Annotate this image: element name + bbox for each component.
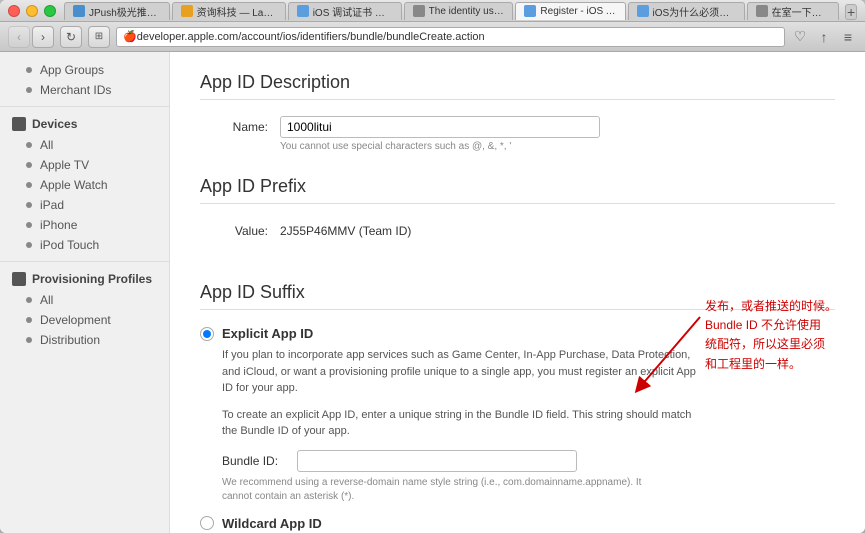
tab-3[interactable]: The identity used to sig-... bbox=[404, 2, 514, 20]
tab-icon-1 bbox=[181, 5, 193, 17]
bundle-id-input[interactable] bbox=[297, 450, 577, 472]
tabs-bar: JPush极光推送|高卓推... 资询科技 — Lanou3G.Co... iO… bbox=[64, 2, 857, 20]
browser-window: JPush极光推送|高卓推... 资询科技 — Lanou3G.Co... iO… bbox=[0, 0, 865, 533]
bullet-icon bbox=[26, 242, 32, 248]
navbar: ‹ › ↻ ⊞ 🍎 developer.apple.com/account/io… bbox=[0, 22, 865, 52]
devices-icon bbox=[12, 117, 26, 131]
tab-icon-0 bbox=[73, 5, 85, 17]
tab-2[interactable]: iOS 调试证书 可以注册几... bbox=[288, 2, 402, 20]
wildcard-label: Wildcard App ID bbox=[222, 516, 322, 531]
prefix-row: Value: 2J55P46MMV (Team ID) bbox=[200, 220, 835, 238]
sidebar-item-ipod-touch[interactable]: iPod Touch bbox=[0, 235, 169, 255]
close-button[interactable] bbox=[8, 5, 20, 17]
sidebar-section-provisioning: Provisioning Profiles bbox=[0, 268, 169, 290]
explicit-app-id-label: Explicit App ID bbox=[222, 326, 313, 341]
forward-button[interactable]: › bbox=[32, 26, 54, 48]
divider bbox=[0, 261, 169, 262]
bullet-icon bbox=[26, 317, 32, 323]
tab-6[interactable]: 在室一下，影视知道 bbox=[747, 2, 840, 20]
prefix-value-label: Value: bbox=[200, 220, 280, 238]
bundle-id-row: Bundle ID: bbox=[222, 450, 835, 472]
tab-1[interactable]: 资询科技 — Lanou3G.Co... bbox=[172, 2, 286, 20]
maximize-button[interactable] bbox=[44, 5, 56, 17]
explicit-desc-1: If you plan to incorporate app services … bbox=[222, 347, 702, 397]
wildcard-radio-button[interactable] bbox=[200, 516, 214, 530]
reader-icon[interactable]: ≡ bbox=[839, 28, 857, 46]
divider bbox=[0, 106, 169, 107]
url-apple-icon: 🍎 bbox=[123, 30, 137, 43]
sidebar-item-all-profiles[interactable]: All bbox=[0, 290, 169, 310]
bullet-icon bbox=[26, 297, 32, 303]
app-id-suffix-title: App ID Suffix bbox=[200, 282, 835, 310]
share-icon[interactable]: ↑ bbox=[815, 28, 833, 46]
sidebar-item-merchant-ids[interactable]: Merchant IDs bbox=[0, 80, 169, 100]
titlebar: JPush极光推送|高卓推... 资询科技 — Lanou3G.Co... iO… bbox=[0, 0, 865, 22]
sidebar-item-apple-tv[interactable]: Apple TV bbox=[0, 155, 169, 175]
sidebar: App Groups Merchant IDs Devices All Appl… bbox=[0, 52, 170, 533]
url-bar[interactable]: 🍎 developer.apple.com/account/ios/identi… bbox=[116, 27, 785, 47]
url-text: developer.apple.com/account/ios/identifi… bbox=[137, 31, 485, 43]
home-button[interactable]: ⊞ bbox=[88, 26, 110, 48]
bookmark-icon[interactable]: ♡ bbox=[791, 28, 809, 46]
main-content: App ID Description Name: You cannot use … bbox=[170, 52, 865, 533]
bullet-icon bbox=[26, 162, 32, 168]
sidebar-item-apple-watch[interactable]: Apple Watch bbox=[0, 175, 169, 195]
tab-icon-5 bbox=[637, 5, 649, 17]
back-button[interactable]: ‹ bbox=[8, 26, 30, 48]
provisioning-icon bbox=[12, 272, 26, 286]
bullet-icon bbox=[26, 182, 32, 188]
wildcard-section: Wildcard App ID This allows you to use a… bbox=[200, 516, 835, 533]
spacer bbox=[200, 160, 835, 176]
content-wrapper: App ID Description Name: You cannot use … bbox=[170, 52, 865, 533]
app-id-suffix-section: App ID Suffix Explicit App ID If you pla… bbox=[200, 282, 835, 533]
tab-icon-3 bbox=[413, 5, 425, 17]
new-tab-button[interactable]: + bbox=[845, 4, 857, 20]
bullet-icon bbox=[26, 222, 32, 228]
tab-5[interactable]: iOS为什么必须先创建一个... bbox=[628, 2, 745, 20]
name-input[interactable] bbox=[280, 116, 600, 138]
name-hint: You cannot use special characters such a… bbox=[280, 141, 835, 152]
nav-back-forward: ‹ › bbox=[8, 26, 54, 48]
tab-icon-2 bbox=[297, 5, 309, 17]
explicit-desc-2: To create an explicit App ID, enter a un… bbox=[222, 407, 702, 440]
name-label: Name: bbox=[200, 116, 280, 134]
tab-4[interactable]: Register - iOS App IDs -... bbox=[515, 2, 625, 20]
bundle-id-hint: We recommend using a reverse-domain name… bbox=[222, 476, 642, 504]
tab-0[interactable]: JPush极光推送|高卓推... bbox=[64, 2, 170, 20]
sidebar-item-distribution[interactable]: Distribution bbox=[0, 330, 169, 350]
bullet-icon bbox=[26, 202, 32, 208]
sidebar-section-devices: Devices bbox=[0, 113, 169, 135]
spacer2 bbox=[200, 246, 835, 262]
nav-icons: ♡ ↑ ≡ bbox=[791, 28, 857, 46]
app-id-prefix-title: App ID Prefix bbox=[200, 176, 835, 204]
sidebar-item-all-devices[interactable]: All bbox=[0, 135, 169, 155]
explicit-radio-button[interactable] bbox=[200, 327, 214, 341]
refresh-button[interactable]: ↻ bbox=[60, 26, 82, 48]
sidebar-item-iphone[interactable]: iPhone bbox=[0, 215, 169, 235]
name-field-container: You cannot use special characters such a… bbox=[280, 116, 835, 152]
name-row: Name: You cannot use special characters … bbox=[200, 116, 835, 152]
prefix-value-text: 2J55P46MMV (Team ID) bbox=[280, 220, 411, 238]
bullet-icon bbox=[26, 337, 32, 343]
tab-icon-4 bbox=[524, 5, 536, 17]
minimize-button[interactable] bbox=[26, 5, 38, 17]
sidebar-item-development[interactable]: Development bbox=[0, 310, 169, 330]
bullet-icon bbox=[26, 142, 32, 148]
bullet-icon bbox=[26, 87, 32, 93]
main-layout: App Groups Merchant IDs Devices All Appl… bbox=[0, 52, 865, 533]
sidebar-item-app-groups[interactable]: App Groups bbox=[0, 60, 169, 80]
app-id-description-title: App ID Description bbox=[200, 72, 835, 100]
tab-icon-6 bbox=[756, 5, 768, 17]
traffic-lights bbox=[8, 5, 56, 17]
wildcard-radio-row: Wildcard App ID bbox=[200, 516, 835, 531]
sidebar-item-ipad[interactable]: iPad bbox=[0, 195, 169, 215]
explicit-app-id-radio-row: Explicit App ID bbox=[200, 326, 835, 341]
bundle-id-label: Bundle ID: bbox=[222, 454, 297, 468]
bullet-icon bbox=[26, 67, 32, 73]
